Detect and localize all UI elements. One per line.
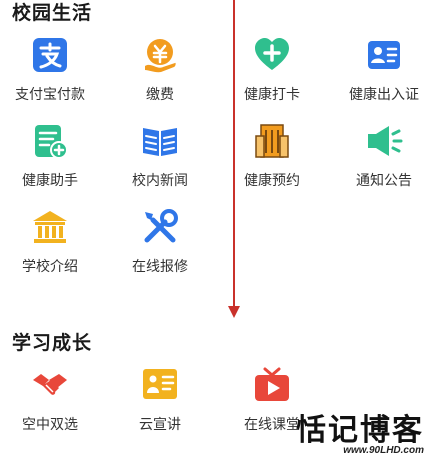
study-item-cloud-presentation[interactable]: 云宣讲 [110, 366, 210, 434]
campus-item-label: 学校介绍 [22, 258, 78, 274]
health-pass-icon [368, 41, 400, 69]
handshake-icon [33, 374, 67, 395]
watermark-title: 恬记博客 [296, 413, 424, 448]
school-icon [33, 211, 67, 243]
campus-item-health-checkin[interactable]: 健康打卡 [222, 36, 322, 104]
annotation-line [233, 0, 235, 312]
health-checkin-icon [255, 38, 289, 70]
news-icon [143, 128, 177, 156]
campus-item-label: 通知公告 [356, 172, 412, 188]
campus-item-label: 校内新闻 [132, 172, 188, 188]
campus-item-label: 健康助手 [22, 172, 78, 188]
campus-item-announcements[interactable]: 通知公告 [334, 122, 434, 190]
section-title-study-growth: 学习成长 [12, 333, 93, 354]
megaphone-icon [368, 126, 403, 156]
campus-item-health-assistant[interactable]: 健康助手 [0, 122, 100, 190]
health-assistant-icon [35, 125, 68, 159]
payment-icon [145, 39, 176, 73]
campus-item-online-repair[interactable]: 在线报修 [110, 208, 210, 276]
study-item-air-double-selection[interactable]: 空中双选 [0, 366, 100, 434]
study-item-label: 云宣讲 [139, 416, 181, 432]
presentation-icon [143, 369, 177, 399]
campus-item-payment[interactable]: 缴费 [110, 36, 210, 104]
campus-item-label: 健康预约 [244, 172, 300, 188]
campus-item-health-pass[interactable]: 健康出入证 [334, 36, 434, 104]
campus-item-health-appointment[interactable]: 健康预约 [222, 122, 322, 190]
campus-item-label: 健康打卡 [244, 86, 300, 102]
campus-item-news[interactable]: 校内新闻 [110, 122, 210, 190]
alipay-icon [33, 38, 67, 72]
building-icon [255, 124, 289, 158]
watermark: 恬记博客 www.90LHD.com [296, 405, 424, 456]
campus-item-label: 健康出入证 [349, 86, 419, 102]
section-title-campus-life: 校园生活 [12, 3, 93, 24]
campus-item-school-intro[interactable]: 学校介绍 [0, 208, 100, 276]
campus-item-label: 支付宝付款 [15, 86, 85, 102]
repair-icon [144, 209, 178, 243]
online-class-icon [255, 367, 289, 401]
campus-item-alipay[interactable]: 支付宝付款 [0, 36, 100, 104]
annotation-arrow-icon [228, 306, 240, 318]
campus-item-label: 缴费 [146, 86, 174, 102]
study-item-label: 空中双选 [22, 416, 78, 432]
campus-item-label: 在线报修 [132, 258, 188, 274]
